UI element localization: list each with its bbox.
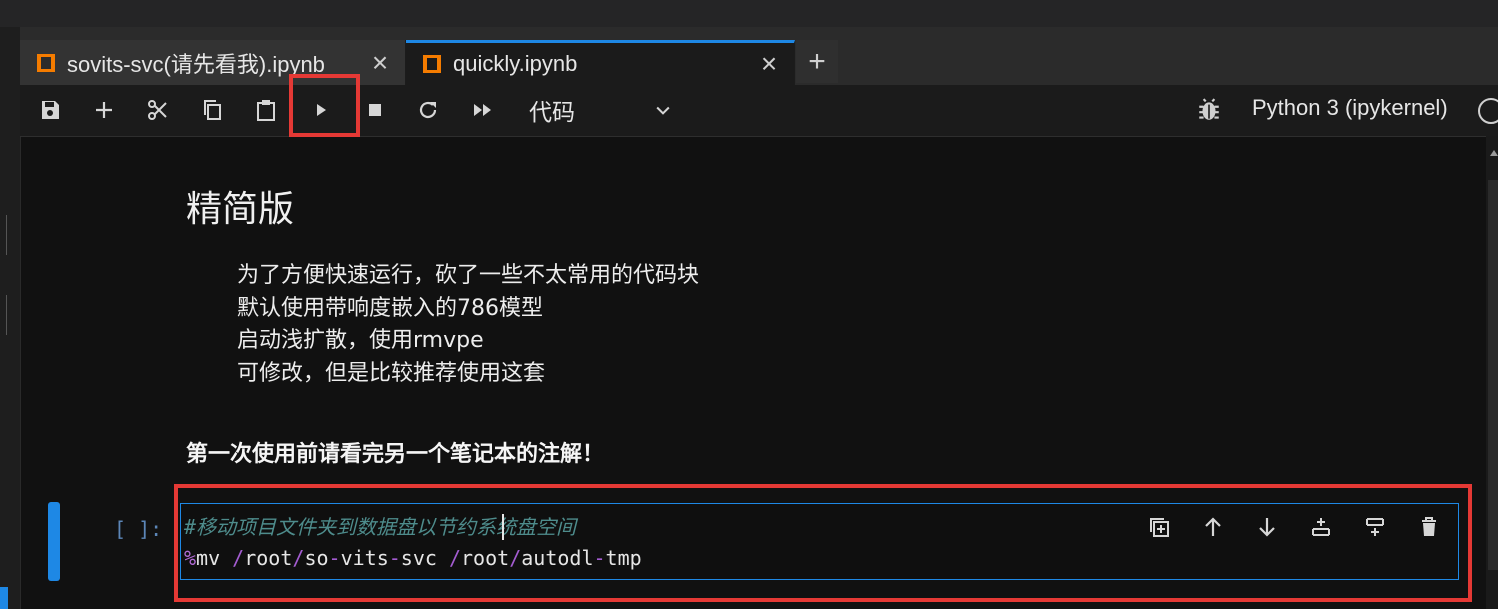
markdown-heading: 精简版 — [186, 189, 295, 230]
chevron-down-icon — [656, 106, 670, 115]
restart-icon[interactable] — [411, 93, 445, 127]
debugger-bug-icon[interactable] — [1196, 97, 1222, 123]
cut-icon[interactable] — [141, 93, 175, 127]
save-icon[interactable] — [33, 93, 67, 127]
cell-collapser[interactable] — [48, 502, 60, 581]
scroll-up-arrow-icon[interactable] — [1490, 150, 1498, 156]
markdown-bold-note: 第一次使用前请看完另一个笔记本的注解！ — [186, 442, 605, 467]
notebook-icon — [37, 53, 55, 72]
scrollbar-thumb[interactable] — [1488, 180, 1498, 570]
paste-icon[interactable] — [249, 93, 283, 127]
run-all-icon[interactable] — [466, 93, 500, 127]
markdown-line: 启动浅扩散，使用rmvpe — [237, 328, 484, 353]
copy-icon[interactable] — [195, 93, 229, 127]
sidebar-indicator — [0, 587, 8, 609]
add-tab-button[interactable]: + — [796, 40, 838, 83]
cell-prompt: [ ]: — [114, 517, 163, 541]
code-cell-highlight — [174, 484, 1472, 602]
notebook-toolbar: 代码 Python 3 (ipykernel) — [20, 85, 1498, 137]
markdown-line: 可修改，但是比较推荐使用这套 — [237, 360, 546, 386]
markdown-quote: 为了方便快速运行，砍了一些不太常用的代码块 默认使用带响度嵌入的786模型 启动… — [237, 260, 699, 390]
kernel-name[interactable]: Python 3 (ipykernel) — [1252, 95, 1448, 121]
left-sidebar-strip — [0, 27, 21, 609]
notebook-icon — [423, 55, 441, 73]
close-icon[interactable]: × — [754, 50, 784, 78]
markdown-line: 为了方便快速运行，砍了一些不太常用的代码块 — [237, 263, 700, 288]
run-button-highlight — [289, 74, 360, 137]
markdown-line: 默认使用带响度嵌入的786模型 — [237, 295, 543, 321]
cell-type-label: 代码 — [529, 99, 575, 125]
close-icon[interactable]: × — [365, 48, 395, 77]
add-icon[interactable] — [87, 93, 121, 127]
stop-icon[interactable] — [358, 93, 392, 127]
tab-quickly[interactable]: quickly.ipynb × — [406, 40, 795, 85]
kernel-status-icon — [1478, 98, 1498, 124]
cell-type-dropdown[interactable]: 代码 — [529, 95, 679, 125]
tab-bar: sovits-svc(请先看我).ipynb × quickly.ipynb ×… — [20, 27, 1498, 85]
window-top-bar — [0, 0, 1498, 27]
tab-title: quickly.ipynb — [453, 51, 578, 76]
